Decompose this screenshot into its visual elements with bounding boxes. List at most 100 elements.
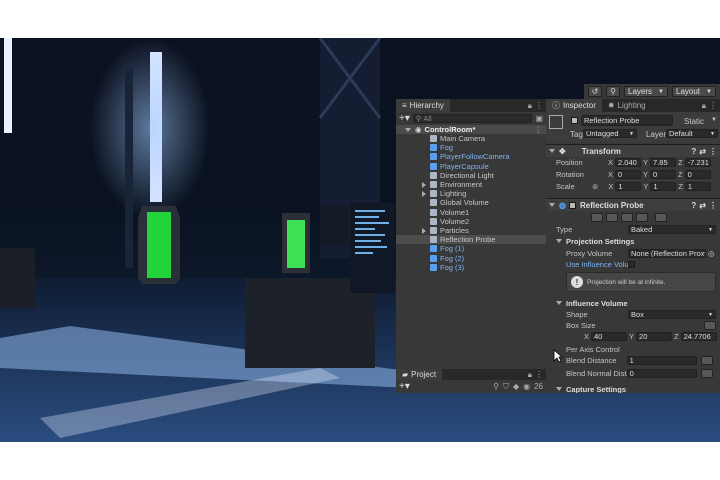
tab-hierarchy[interactable]: ≡ Hierarchy [396, 99, 450, 112]
hierarchy-item[interactable]: PlayerCapsule [396, 162, 546, 171]
hierarchy-item[interactable]: Fog (2) [396, 254, 546, 263]
object-name-field[interactable]: Reflection Probe [581, 115, 673, 126]
expand-arrow-icon[interactable] [422, 190, 426, 197]
box-size-y-field[interactable]: 20 [636, 332, 673, 341]
transform-header[interactable]: ✥ Transform ? ⇄ ⋮ [546, 144, 720, 157]
hierarchy-item[interactable]: Particles [396, 226, 546, 235]
shape-dropdown[interactable]: Box ▼ [628, 310, 716, 319]
expand-arrow-icon[interactable] [422, 181, 426, 188]
search-icon: ⚲ [415, 114, 422, 123]
hierarchy-item[interactable]: Fog (1) [396, 244, 546, 253]
hierarchy-item[interactable]: Main Camera [396, 134, 546, 143]
scale-y-field[interactable]: 1 [650, 182, 677, 191]
lock-icon[interactable]: 🔒︎ [528, 101, 535, 111]
help-icon[interactable]: ? [691, 201, 696, 210]
expand-arrow-icon[interactable] [405, 127, 411, 132]
eye-icon[interactable]: ◉ [523, 382, 530, 391]
blend-normal-field[interactable]: 0 [626, 369, 698, 378]
more-icon[interactable]: ⋮ [709, 201, 717, 210]
more-icon[interactable]: ⋮ [535, 101, 546, 110]
use-influence-checkbox[interactable] [628, 261, 635, 268]
expand-arrow-icon[interactable] [556, 239, 562, 243]
hierarchy-search-input[interactable]: ⚲ All [412, 114, 533, 123]
position-y-field[interactable]: 7.85 [650, 158, 677, 167]
expand-arrow-icon[interactable] [549, 203, 555, 207]
hierarchy-item[interactable]: Reflection Probe [396, 235, 546, 245]
blend-normal-tool-button[interactable] [701, 369, 713, 378]
label-icon[interactable]: ◆ [513, 382, 519, 391]
per-axis-row[interactable]: Per Axis Control [566, 345, 716, 354]
position-z-field[interactable]: -7.231 [684, 158, 711, 167]
scale-z-field[interactable]: 1 [684, 182, 711, 191]
box-size-tool-button[interactable] [704, 321, 716, 330]
hierarchy-item[interactable]: PlayerFollowCamera [396, 152, 546, 161]
tab-project[interactable]: ▰ Project [396, 369, 443, 380]
layout-dropdown[interactable]: Layout ▼ [672, 86, 716, 97]
box-size-z-field[interactable]: 24.7706 [680, 332, 717, 341]
position-x-field[interactable]: 2.040 [615, 158, 642, 167]
edit-influence-button[interactable] [591, 213, 603, 222]
layout-label: Layout [676, 87, 701, 96]
hierarchy-item[interactable]: Directional Light [396, 171, 546, 180]
help-icon[interactable]: ? [691, 147, 696, 156]
tab-inspector[interactable]: ⓘ Inspector [546, 99, 602, 112]
edit-proxy-button[interactable] [621, 213, 633, 222]
layer-dropdown[interactable]: Default ▼ [666, 129, 718, 138]
add-icon[interactable]: +▾ [399, 113, 410, 124]
influence-volume-header[interactable]: Influence Volume [556, 298, 628, 308]
edit-normal-button[interactable] [606, 213, 618, 222]
search-button[interactable]: ⚲ [606, 86, 620, 97]
link-icon[interactable]: ⊗ [592, 182, 598, 191]
active-checkbox[interactable] [571, 117, 578, 124]
preset-icon[interactable]: ⇄ [699, 201, 706, 210]
layers-dropdown[interactable]: Layers ▼ [624, 86, 668, 97]
move-capture-button[interactable] [636, 213, 648, 222]
tab-lighting[interactable]: ✹ Lighting [602, 99, 652, 112]
projection-settings-header[interactable]: Projection Settings [556, 236, 634, 246]
axis-y-label: Y [643, 158, 649, 167]
scale-x-field[interactable]: 1 [615, 182, 642, 191]
more-icon[interactable]: ⋮ [535, 370, 546, 379]
box-size-x-field[interactable]: 40 [591, 332, 628, 341]
rotation-z-field[interactable]: 0 [684, 170, 711, 179]
filter-icon[interactable]: ⛉ [503, 382, 509, 392]
hierarchy-item[interactable]: Fog [396, 143, 546, 152]
hierarchy-item[interactable]: Lighting [396, 189, 546, 198]
hierarchy-item-label: Fog [440, 143, 453, 153]
expand-arrow-icon[interactable] [422, 227, 426, 234]
mouse-cursor-icon [553, 349, 563, 363]
chevron-down-icon[interactable]: ▼ [711, 117, 717, 123]
hierarchy-item[interactable]: Fog (3) [396, 263, 546, 272]
search-icon[interactable]: ⚲ [493, 382, 499, 391]
tag-dropdown[interactable]: Untagged ▼ [583, 129, 637, 138]
expand-arrow-icon[interactable] [549, 149, 555, 153]
hierarchy-item[interactable]: Volume2 [396, 217, 546, 226]
settings-button[interactable] [655, 213, 667, 222]
lock-icon[interactable]: 🔒︎ [528, 370, 535, 380]
tag-label: Tag [570, 130, 583, 139]
hierarchy-item[interactable]: Global Volume [396, 198, 546, 207]
more-icon[interactable]: ⋮ [535, 125, 547, 134]
capture-settings-header[interactable]: Capture Settings [556, 384, 626, 393]
component-enabled-checkbox[interactable] [568, 201, 576, 209]
proxy-volume-field[interactable]: None (Reflection Proxy [628, 249, 706, 258]
rotation-y-field[interactable]: 0 [650, 170, 677, 179]
lock-icon[interactable]: 🔒︎ [702, 101, 709, 111]
history-button[interactable]: ↺ [588, 86, 602, 97]
expand-arrow-icon[interactable] [556, 301, 562, 305]
reflection-probe-header[interactable]: ◍ Reflection Probe ? ⇄ ⋮ [546, 198, 720, 211]
rotation-x-field[interactable]: 0 [615, 170, 642, 179]
scene-visibility-icon[interactable]: ▣ [535, 114, 543, 123]
blend-distance-field[interactable]: 1 [626, 356, 698, 365]
type-dropdown[interactable]: Baked ▼ [628, 225, 716, 234]
scene-root-row[interactable]: ◉ ControlRoom* ⋮ [396, 125, 546, 134]
hierarchy-item[interactable]: Environment [396, 180, 546, 189]
blend-distance-tool-button[interactable] [701, 356, 713, 365]
add-icon[interactable]: +▾ [399, 381, 410, 392]
preset-icon[interactable]: ⇄ [699, 147, 706, 156]
object-picker-icon[interactable]: ◎ [708, 249, 715, 258]
expand-arrow-icon[interactable] [556, 387, 562, 391]
more-icon[interactable]: ⋮ [709, 147, 717, 156]
hierarchy-item[interactable]: Volume1 [396, 208, 546, 217]
more-icon[interactable]: ⋮ [709, 101, 720, 110]
